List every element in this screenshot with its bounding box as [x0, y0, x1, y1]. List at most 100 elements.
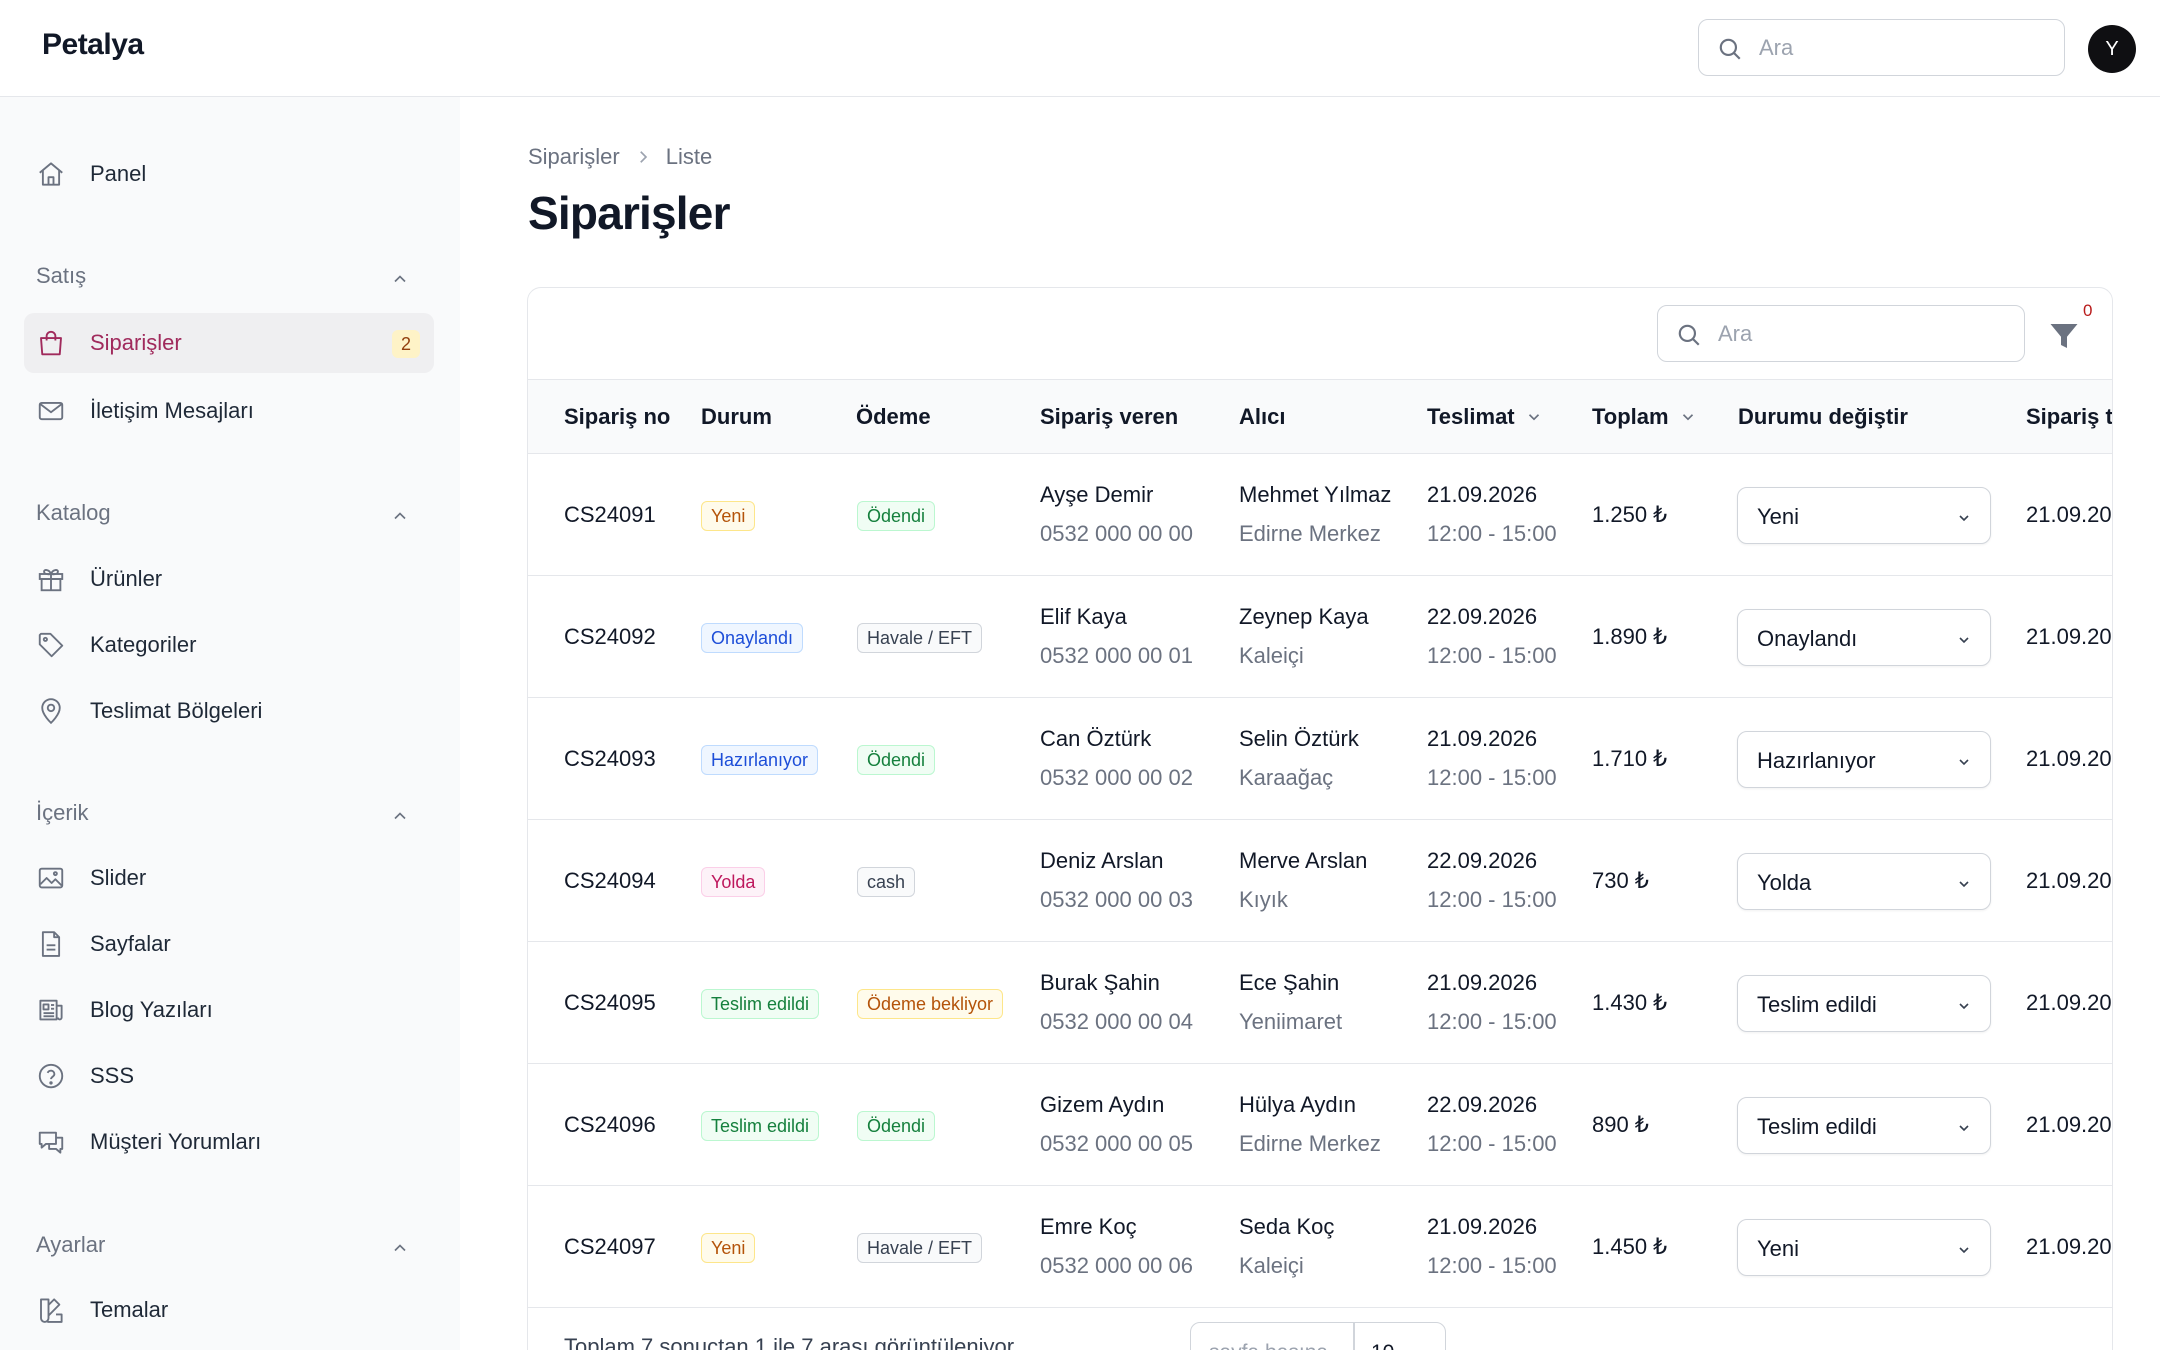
change-status-select[interactable]: Yeni: [1737, 1219, 1991, 1276]
column-header-total[interactable]: Toplam: [1592, 404, 1697, 430]
table-row[interactable]: CS24091 Yeni Ödendi Ayşe Demir 0532 000 00 0…: [528, 454, 2112, 576]
order-number[interactable]: CS24097: [564, 1234, 656, 1260]
brand-logo[interactable]: Petalya: [42, 28, 144, 62]
customer-phone: 0532 000 00 02: [1040, 765, 1193, 790]
order-total: 1.710 ₺: [1592, 746, 1668, 771]
customer-name: Deniz Arslan: [1040, 848, 1164, 873]
payment-badge: Ödendi: [857, 745, 936, 775]
customer-phone: 0532 000 00 03: [1040, 887, 1193, 912]
sidebar-item-label: Sayfalar: [90, 931, 171, 956]
order-number[interactable]: CS24092: [564, 624, 656, 650]
order-date: 21.09.20: [2026, 1234, 2112, 1259]
sidebar-item-kategoriler[interactable]: Kategoriler: [24, 615, 434, 675]
map-pin-icon: [41, 698, 61, 725]
section-title: Satış: [36, 263, 87, 288]
sidebar: Panel Satış Siparişler 2 İletişim Mesajl…: [0, 97, 460, 1350]
payment-badge: Ödendi: [857, 1111, 936, 1141]
global-search-input[interactable]: [1759, 32, 2049, 64]
section-title: Ayarlar: [36, 1232, 106, 1257]
order-date: 21.09.20: [2026, 746, 2112, 771]
selected-status: Yeni: [1757, 504, 1800, 529]
chevron-up-icon: [394, 512, 406, 520]
user-avatar[interactable]: Y: [2088, 25, 2136, 73]
customer-phone: 0532 000 00 05: [1040, 1131, 1193, 1156]
sidebar-item-label: Müşteri Yorumları: [90, 1129, 262, 1154]
filter-icon[interactable]: [2046, 316, 2082, 356]
chevron-down-icon: [1959, 759, 1969, 766]
change-status-select[interactable]: Yolda: [1737, 853, 1991, 910]
change-status-select[interactable]: Teslim edildi: [1737, 975, 1991, 1032]
delivery-date: 21.09.2026: [1427, 482, 1538, 507]
image-icon: [38, 867, 64, 889]
document-icon: [41, 931, 61, 957]
section-icerik[interactable]: İçerik: [36, 800, 420, 836]
table-row[interactable]: CS24095 Teslim edildi Ödeme bekliyor Burak …: [528, 942, 2112, 1064]
order-number[interactable]: CS24091: [564, 502, 656, 528]
sidebar-item-label: Siparişler: [90, 330, 182, 355]
payment-badge: Havale / EFT: [857, 623, 983, 653]
change-status-select[interactable]: Onaylandı: [1737, 609, 1991, 666]
customer-name: Ayşe Demir: [1040, 482, 1154, 507]
sidebar-item-sss[interactable]: SSS: [24, 1046, 434, 1106]
order-number[interactable]: CS24096: [564, 1112, 656, 1138]
delivery-slot: 12:00 - 15:00: [1427, 1131, 1557, 1156]
sidebar-item-panel[interactable]: Panel: [24, 144, 434, 204]
sidebar-item-iletisim[interactable]: İletişim Mesajları: [24, 381, 434, 441]
status-badge: Yeni: [701, 1233, 756, 1263]
sidebar-item-temalar[interactable]: Temalar: [24, 1280, 434, 1340]
sidebar-item-slider[interactable]: Slider: [24, 848, 434, 908]
sidebar-item-label: Temalar: [90, 1297, 169, 1322]
order-number[interactable]: CS24095: [564, 990, 656, 1016]
table-row[interactable]: CS24093 Hazırlanıyor Ödendi Can Öztürk 0532 …: [528, 698, 2112, 820]
chevron-up-icon: [394, 275, 406, 283]
customer-name: Elif Kaya: [1040, 604, 1127, 629]
sidebar-item-musteri-yorumlari[interactable]: Müşteri Yorumları: [24, 1112, 434, 1172]
sidebar-item-sayfalar[interactable]: Sayfalar: [24, 914, 434, 974]
payment-badge: cash: [857, 867, 916, 897]
sidebar-item-urunler[interactable]: Ürünler: [24, 549, 434, 609]
table-row[interactable]: CS24092 Onaylandı Havale / EFT Elif Kaya 053…: [528, 576, 2112, 698]
chevron-down-icon: [1959, 881, 1969, 888]
per-page-select[interactable]: sayfa başına 10: [1190, 1322, 1446, 1350]
section-ayarlar[interactable]: Ayarlar: [36, 1232, 420, 1268]
filter-count-badge: 0: [2083, 301, 2093, 320]
order-number[interactable]: CS24093: [564, 746, 656, 772]
recipient-area: Yeniimaret: [1239, 1009, 1343, 1034]
customer-name: Gizem Aydın: [1040, 1092, 1165, 1117]
order-total: 1.430 ₺: [1592, 990, 1668, 1015]
table-search-input[interactable]: [1718, 318, 2008, 350]
payment-badge: Havale / EFT: [857, 1233, 983, 1263]
sidebar-item-label: Teslimat Bölgeleri: [90, 698, 263, 723]
search-icon: [1719, 38, 1741, 60]
breadcrumb-parent[interactable]: Siparişler: [528, 144, 620, 170]
sidebar-item-siparisler[interactable]: Siparişler 2: [24, 313, 434, 373]
column-header-delivery[interactable]: Teslimat: [1427, 404, 1543, 430]
delivery-date: 22.09.2026: [1427, 604, 1538, 629]
sidebar-item-blog[interactable]: Blog Yazıları: [24, 980, 434, 1040]
sidebar-item-label: İletişim Mesajları: [90, 398, 254, 423]
order-number[interactable]: CS24094: [564, 868, 656, 894]
orders-table-card: 0 Sipariş no Durum Ödeme Sipariş veren A…: [527, 287, 2113, 1350]
table-header: Sipariş no Durum Ödeme Sipariş veren Alı…: [528, 379, 2112, 454]
chevron-up-icon: [394, 812, 406, 820]
order-date: 21.09.20: [2026, 868, 2112, 893]
global-search[interactable]: [1698, 19, 2065, 76]
column-header-change-status: Durumu değiştir: [1738, 404, 1908, 429]
pagination-summary: Toplam 7 sonuçtan 1 ile 7 arası görüntül…: [564, 1334, 1015, 1350]
section-katalog[interactable]: Katalog: [36, 500, 420, 536]
customer-phone: 0532 000 00 00: [1040, 521, 1193, 546]
table-row[interactable]: CS24097 Yeni Havale / EFT Emre Koç 0532 000 …: [528, 1186, 2112, 1308]
change-status-select[interactable]: Teslim edildi: [1737, 1097, 1991, 1154]
change-status-select[interactable]: Hazırlanıyor: [1737, 731, 1991, 788]
breadcrumb-current: Liste: [665, 144, 713, 169]
sidebar-item-teslimat-bolgeleri[interactable]: Teslimat Bölgeleri: [24, 681, 434, 741]
table-row[interactable]: CS24096 Teslim edildi Ödendi Gizem Aydın 053…: [528, 1064, 2112, 1186]
breadcrumb: Siparişler Liste: [528, 144, 712, 170]
change-status-select[interactable]: Yeni: [1737, 487, 1991, 544]
chevron-down-icon: [1959, 1125, 1969, 1132]
status-badge: Hazırlanıyor: [701, 745, 819, 775]
table-row[interactable]: CS24094 Yolda cash Deniz Arslan 0532 000 00 …: [528, 820, 2112, 942]
sidebar-item-label: Kategoriler: [90, 632, 197, 657]
section-satis[interactable]: Satış: [36, 263, 420, 299]
table-search[interactable]: [1657, 305, 2025, 362]
